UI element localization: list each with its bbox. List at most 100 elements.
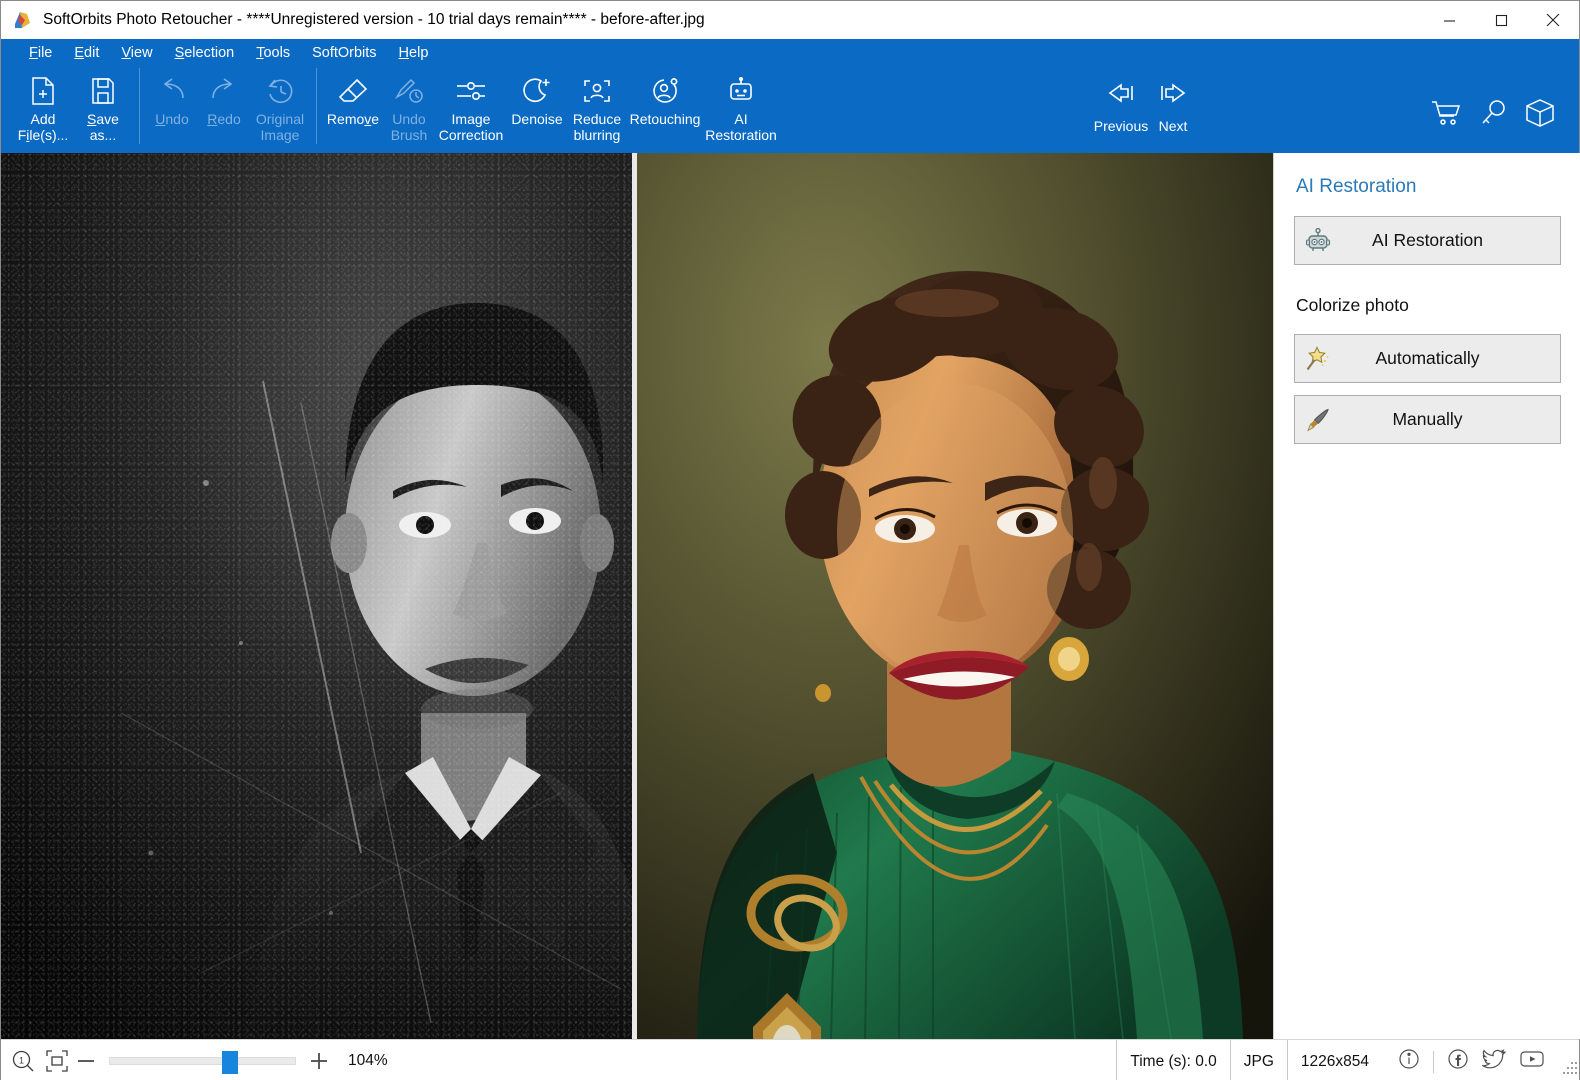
toolbar-reduce-blurring[interactable]: Reduceblurring: [567, 66, 627, 143]
window-controls: [1423, 1, 1579, 39]
person-gear-icon: [650, 72, 680, 110]
status-bar: 1 104% Time (s): 0.0 JPG 1226x854: [1, 1039, 1579, 1080]
zoom-in-button[interactable]: [302, 1051, 336, 1071]
toolbar-remove-label: Remove: [327, 112, 379, 128]
toolbar-add-files-label: AddFile(s)...: [18, 112, 69, 143]
arrow-left-bar-icon: [1105, 74, 1137, 112]
status-format: JPG: [1230, 1040, 1287, 1080]
robot-icon: [1295, 228, 1341, 254]
previous-label: Previous: [1094, 118, 1148, 134]
toolbar-add-files[interactable]: AddFile(s)...: [13, 66, 73, 143]
fit-to-screen-icon[interactable]: [45, 1049, 69, 1073]
next-button[interactable]: Next: [1147, 66, 1199, 134]
menu-item-tools[interactable]: Tools: [245, 43, 301, 63]
workspace: AI Restoration: [1, 153, 1579, 1039]
status-time: Time (s): 0.0: [1116, 1040, 1229, 1080]
toolbar-save-as[interactable]: Saveas...: [73, 66, 133, 143]
zoom-out-button[interactable]: [69, 1051, 103, 1071]
brush-clock-icon: [393, 72, 425, 110]
toolbar-ai-restoration[interactable]: AIRestoration: [703, 66, 779, 143]
save-as-icon: [89, 72, 117, 110]
toolbar-save-as-label: Saveas...: [87, 112, 119, 143]
toolbar-redo-label: Redo: [207, 112, 240, 128]
menu-item-view[interactable]: View: [110, 43, 163, 63]
colorize-photo-label: Colorize photo: [1296, 295, 1561, 316]
status-right: Time (s): 0.0 JPG 1226x854: [1116, 1040, 1579, 1080]
box-package-icon[interactable]: [1525, 98, 1555, 133]
toolbar-image-correction[interactable]: ImageCorrection: [435, 66, 507, 143]
menu-bar: File Edit View Selection Tools SoftOrbit…: [1, 39, 1579, 66]
sliders-icon: [455, 72, 487, 110]
key-icon[interactable]: [1479, 99, 1507, 132]
menu-item-help[interactable]: Help: [388, 43, 440, 63]
redo-arrow-icon: [208, 72, 240, 110]
toolbar-undo-brush[interactable]: UndoBrush: [383, 66, 435, 143]
paintbrush-icon: [1295, 407, 1341, 433]
clock-history-icon: [265, 72, 295, 110]
ribbon: File Edit View Selection Tools SoftOrbit…: [1, 39, 1579, 153]
toolbar-image-correction-label: ImageCorrection: [439, 112, 504, 143]
window-title: SoftOrbits Photo Retoucher - ****Unregis…: [43, 11, 705, 29]
toolbar-separator-2: [316, 68, 317, 144]
toolbar-undo[interactable]: Undo: [146, 66, 198, 128]
toolbar-remove[interactable]: Remove: [323, 66, 383, 128]
twitter-icon[interactable]: [1482, 1048, 1506, 1075]
magic-wand-icon: [1295, 346, 1341, 372]
right-panel: AI Restoration: [1273, 153, 1580, 1039]
toolbar-ai-restoration-label: AIRestoration: [705, 112, 777, 143]
colorize-manually-button[interactable]: Manually: [1294, 395, 1561, 444]
menu-item-edit[interactable]: Edit: [63, 43, 110, 63]
facebook-icon[interactable]: [1447, 1048, 1469, 1075]
svg-text:1: 1: [19, 1056, 24, 1066]
toolbar-original-image-label: OriginalImage: [256, 112, 304, 143]
toolbar-denoise[interactable]: Denoise: [507, 66, 567, 128]
robot-icon: [726, 72, 756, 110]
add-file-icon: [29, 72, 57, 110]
maximize-button[interactable]: [1475, 1, 1527, 39]
resize-grip[interactable]: [1561, 1040, 1579, 1080]
toolbar-undo-brush-label: UndoBrush: [391, 112, 428, 143]
menu-item-softorbits[interactable]: SoftOrbits: [301, 43, 387, 63]
status-dimensions: 1226x854: [1287, 1040, 1382, 1080]
menu-item-file[interactable]: File: [18, 43, 63, 63]
toolbar-reduce-blurring-label: Reduceblurring: [573, 112, 621, 143]
before-image[interactable]: [1, 153, 632, 1039]
navigation-group: Previous Next: [1095, 66, 1199, 134]
status-social-icons: [1382, 1048, 1561, 1075]
previous-button[interactable]: Previous: [1095, 66, 1147, 134]
toolbar-redo[interactable]: Redo: [198, 66, 250, 128]
toolbar: AddFile(s)... Saveas... Undo: [1, 66, 1579, 153]
eraser-icon: [337, 72, 369, 110]
title-bar: SoftOrbits Photo Retoucher - ****Unregis…: [1, 1, 1579, 39]
zoom-slider-handle[interactable]: [222, 1051, 238, 1074]
canvas-area: [1, 153, 1273, 1039]
undo-arrow-icon: [156, 72, 188, 110]
softorbits-logo-icon: [14, 11, 32, 29]
zoom-slider[interactable]: [109, 1057, 296, 1065]
moon-sparkle-icon: [522, 72, 552, 110]
face-focus-icon: [582, 72, 612, 110]
arrow-right-bar-icon: [1157, 74, 1189, 112]
zoom-level-value: 104%: [348, 1052, 388, 1070]
after-image[interactable]: [637, 153, 1273, 1039]
application-window: SoftOrbits Photo Retoucher - ****Unregis…: [0, 0, 1580, 1080]
toolbar-original-image[interactable]: OriginalImage: [250, 66, 310, 143]
close-button[interactable]: [1527, 1, 1579, 39]
ai-restoration-button[interactable]: AI Restoration: [1294, 216, 1561, 265]
info-icon[interactable]: [1398, 1048, 1420, 1075]
panel-title: AI Restoration: [1296, 176, 1561, 198]
colorize-automatically-button[interactable]: Automatically: [1294, 334, 1561, 383]
menu-item-selection[interactable]: Selection: [164, 43, 246, 63]
toolbar-retouching[interactable]: Retouching: [627, 66, 703, 128]
toolbar-separator: [139, 68, 140, 144]
ribbon-right-icons: [1431, 98, 1555, 133]
toolbar-denoise-label: Denoise: [511, 112, 562, 128]
film-grain-overlay: [1, 153, 632, 1039]
toolbar-undo-label: Undo: [155, 112, 188, 128]
next-label: Next: [1159, 118, 1188, 134]
zoom-one-to-one-icon[interactable]: 1: [11, 1049, 35, 1073]
youtube-icon[interactable]: [1519, 1048, 1545, 1075]
status-divider: [1433, 1051, 1434, 1073]
minimize-button[interactable]: [1423, 1, 1475, 39]
shopping-cart-icon[interactable]: [1431, 99, 1461, 132]
